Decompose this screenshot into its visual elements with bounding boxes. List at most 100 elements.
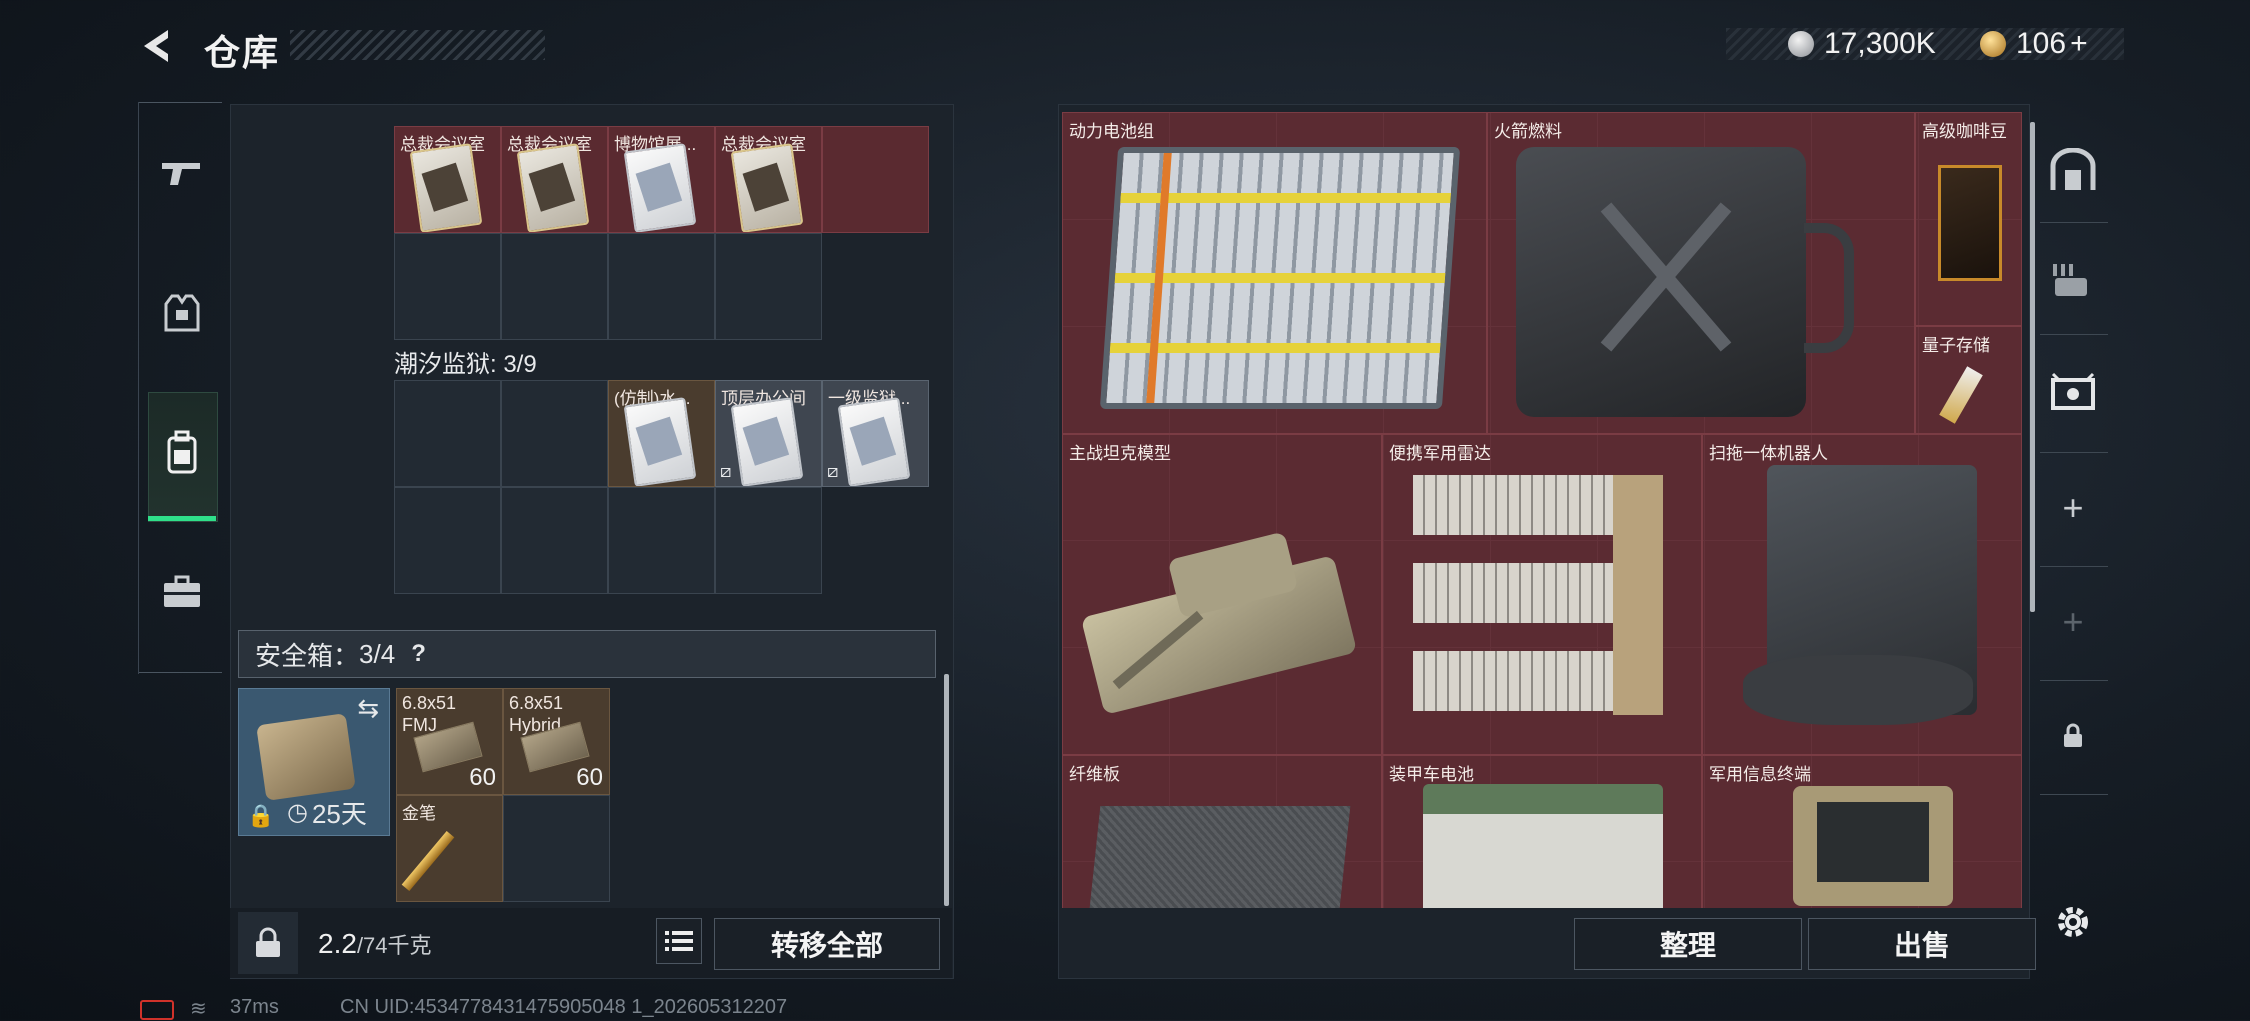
rail-divider bbox=[2040, 680, 2108, 681]
armored-battery-icon bbox=[1423, 784, 1663, 908]
list-view-button[interactable] bbox=[656, 918, 702, 964]
unlinked-icon: ⧄ bbox=[827, 461, 839, 481]
keycard-slot[interactable]: 总裁会议室 bbox=[501, 126, 608, 233]
keycard-slot[interactable]: 顶层办公间 ⧄ bbox=[715, 380, 822, 487]
gold-keycard-icon bbox=[409, 143, 483, 232]
empty-slot[interactable] bbox=[503, 795, 610, 902]
keycard-slot[interactable]: 一级监狱... ⧄ bbox=[822, 380, 929, 487]
locked-tab[interactable] bbox=[2038, 686, 2108, 786]
add-tab-button[interactable]: + bbox=[2038, 458, 2108, 558]
duration-label: ◷ 25天 bbox=[287, 799, 367, 829]
back-arrow-icon[interactable] bbox=[138, 26, 178, 66]
keycard-slot[interactable]: 总裁会议室 bbox=[394, 126, 501, 233]
canister-handle bbox=[1804, 223, 1854, 353]
keycard-slot[interactable]: 博物馆展... bbox=[608, 126, 715, 233]
sort-button[interactable]: 整理 bbox=[1574, 918, 1802, 970]
weapon-rack-icon bbox=[2053, 264, 2087, 296]
armor-vest-icon bbox=[164, 294, 200, 343]
lock-icon bbox=[2064, 723, 2082, 747]
warehouse-item[interactable]: 军用信息终端 bbox=[1702, 755, 2022, 908]
safe-box-slot[interactable]: ⇆ 🔒 ◷ 25天 bbox=[238, 688, 390, 836]
safe-box-separator: ： bbox=[333, 640, 360, 671]
wifi-icon: ≋ bbox=[190, 998, 207, 1020]
empty-slot[interactable] bbox=[501, 380, 608, 487]
empty-slot[interactable] bbox=[394, 487, 501, 594]
warehouse-grid: 动力电池组 火箭燃料 高级咖啡豆 量子存储 主战坦克模型 便携军用雷达 扫拖一体… bbox=[1062, 112, 2022, 908]
military-terminal-icon bbox=[1793, 786, 1953, 906]
add-currency-button[interactable]: + bbox=[2070, 27, 2088, 61]
list-icon bbox=[665, 931, 693, 951]
add-icon: + bbox=[2062, 487, 2084, 528]
ammo-slot[interactable]: 6.8x51 FMJ 60 bbox=[396, 688, 503, 795]
empty-slot[interactable] bbox=[394, 380, 501, 487]
warehouse-item[interactable]: 主战坦克模型 bbox=[1062, 434, 1382, 755]
empty-slot[interactable] bbox=[394, 233, 501, 340]
gun-tab[interactable] bbox=[146, 128, 218, 228]
stash-vault-tab[interactable] bbox=[2038, 120, 2108, 220]
empty-slot[interactable] bbox=[608, 487, 715, 594]
add-disabled-icon: + bbox=[2062, 601, 2084, 642]
lock-button[interactable] bbox=[238, 912, 298, 974]
gun-icon bbox=[160, 159, 204, 198]
battery-icon bbox=[140, 1000, 174, 1020]
fiber-board-icon bbox=[1085, 806, 1351, 908]
container-title: 潮汐监狱: 3/9 bbox=[394, 351, 537, 378]
armor-tab[interactable] bbox=[146, 268, 218, 368]
inventory-scrollbar[interactable] bbox=[944, 674, 949, 906]
weight-indicator: 2.2/74千克 bbox=[318, 928, 432, 959]
ammo-slot[interactable]: 6.8x51 Hybrid 60 bbox=[503, 688, 610, 795]
warehouse-item[interactable]: 扫拖一体机器人 bbox=[1702, 434, 2022, 755]
safe-box-label: 安全箱 bbox=[255, 640, 334, 671]
empty-slot[interactable] bbox=[822, 126, 929, 233]
help-button[interactable]: ? bbox=[411, 640, 426, 668]
robot-base bbox=[1743, 655, 1973, 725]
keycard-slot[interactable]: (仿制)水... bbox=[608, 380, 715, 487]
warehouse-item[interactable]: 高级咖啡豆 bbox=[1915, 112, 2022, 326]
page-title: 仓库 bbox=[204, 32, 281, 73]
weapon-rack-tab[interactable] bbox=[2038, 230, 2108, 330]
backpack-icon bbox=[166, 430, 198, 483]
empty-slot[interactable] bbox=[501, 233, 608, 340]
gold-currency[interactable]: 106 + bbox=[1980, 26, 2088, 62]
rail-divider bbox=[2040, 452, 2108, 453]
gold-coin-icon bbox=[1980, 31, 2006, 57]
safe-box-icon bbox=[256, 713, 356, 801]
rail-divider bbox=[2040, 794, 2108, 795]
sell-button[interactable]: 出售 bbox=[1808, 918, 2036, 970]
swap-icon[interactable]: ⇆ bbox=[357, 693, 379, 724]
display-case-icon bbox=[2051, 372, 2095, 410]
warehouse-item[interactable]: 装甲车电池 bbox=[1382, 755, 1702, 908]
silver-currency: 17,300K bbox=[1788, 26, 1936, 62]
active-indicator bbox=[148, 516, 216, 521]
warehouse-item[interactable]: 便携军用雷达 bbox=[1382, 434, 1702, 755]
safe-box-header: 安全箱 ： 3/4 ? bbox=[238, 630, 936, 678]
unlinked-icon: ⧄ bbox=[720, 461, 732, 481]
warehouse-item[interactable]: 纤维板 bbox=[1062, 755, 1382, 908]
empty-slot[interactable] bbox=[608, 233, 715, 340]
white-keycard-icon bbox=[623, 397, 697, 486]
keycard-slot[interactable]: 总裁会议室 bbox=[715, 126, 822, 233]
item-slot[interactable]: 金笔 bbox=[396, 795, 503, 902]
warehouse-item[interactable]: 火箭燃料 bbox=[1487, 112, 1915, 434]
coffee-bag-icon bbox=[1938, 165, 2002, 281]
battery-pack-icon bbox=[1099, 147, 1461, 409]
gold-pen-icon bbox=[401, 830, 455, 892]
backpack-tab[interactable] bbox=[146, 406, 218, 506]
container-grid-1: 总裁会议室 总裁会议室 博物馆展... 总裁会议室 bbox=[394, 126, 929, 340]
warehouse-scrollbar[interactable] bbox=[2030, 122, 2035, 612]
storage-chip-icon bbox=[1939, 366, 1983, 424]
settings-button[interactable] bbox=[2038, 872, 2108, 972]
transfer-all-button[interactable]: 转移全部 bbox=[714, 918, 940, 970]
briefcase-tab[interactable] bbox=[146, 546, 218, 646]
empty-slot[interactable] bbox=[501, 487, 608, 594]
gold-keycard-icon bbox=[730, 143, 804, 232]
display-case-tab[interactable] bbox=[2038, 342, 2108, 442]
radar-icon bbox=[1413, 475, 1663, 715]
silver-coin-icon bbox=[1788, 31, 1814, 57]
empty-slot[interactable] bbox=[715, 487, 822, 594]
warehouse-item[interactable]: 量子存储 bbox=[1915, 326, 2022, 434]
warehouse-item[interactable]: 动力电池组 bbox=[1062, 112, 1487, 434]
empty-slot[interactable] bbox=[715, 233, 822, 340]
fuel-canister-icon bbox=[1516, 147, 1806, 417]
ping-label: 37ms bbox=[230, 996, 279, 1018]
